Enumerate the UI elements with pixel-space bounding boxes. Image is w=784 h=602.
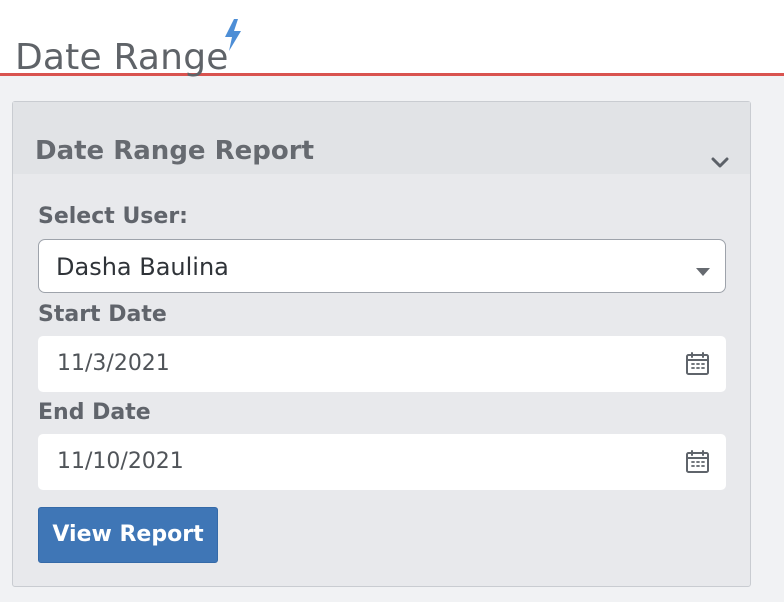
chevron-down-icon[interactable] [711, 154, 729, 168]
calendar-icon[interactable] [685, 449, 710, 474]
page-title: Date Range [15, 37, 229, 79]
dropdown-arrow-icon[interactable] [695, 262, 711, 276]
user-select[interactable]: Dasha Baulina [38, 239, 726, 293]
select-user-label: Select User: [38, 204, 188, 229]
lightning-bolt-icon [220, 16, 246, 54]
panel-title: Date Range Report [35, 135, 314, 166]
start-date-input[interactable]: 11/3/2021 [38, 336, 726, 392]
start-date-value: 11/3/2021 [57, 351, 170, 376]
date-range-report-panel: Date Range Report Select User: Dasha Bau… [12, 101, 751, 587]
page-header: Date Range [0, 0, 784, 78]
end-date-value: 11/10/2021 [57, 449, 184, 474]
start-date-label: Start Date [38, 302, 167, 327]
end-date-label: End Date [38, 400, 151, 425]
view-report-button[interactable]: View Report [38, 507, 218, 563]
selected-user-value: Dasha Baulina [56, 253, 229, 281]
panel-header[interactable]: Date Range Report [13, 102, 750, 174]
calendar-icon[interactable] [685, 351, 710, 376]
end-date-input[interactable]: 11/10/2021 [38, 434, 726, 490]
